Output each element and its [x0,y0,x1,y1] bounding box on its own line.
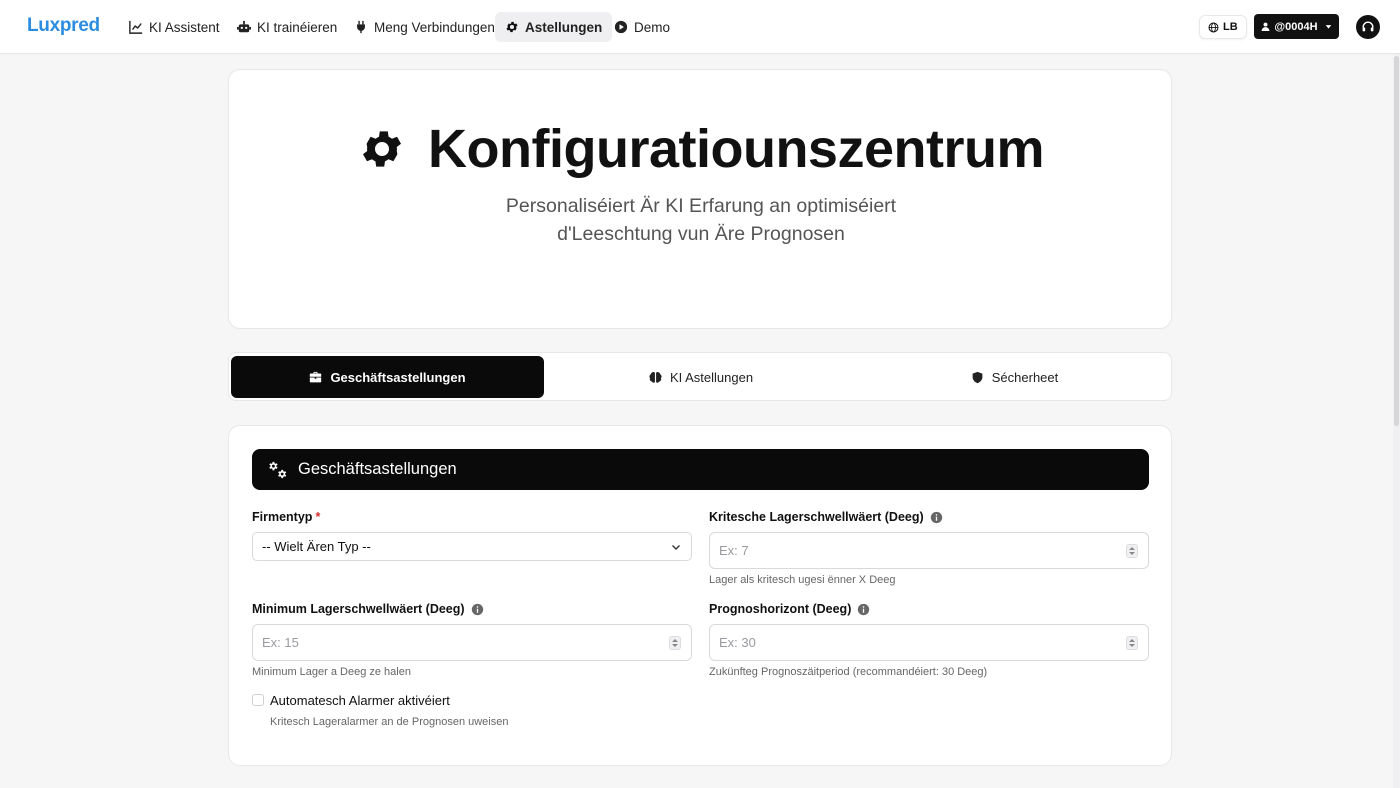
shield-icon [972,371,983,383]
username: @0004H [1274,20,1318,33]
chart-line-icon [129,20,143,34]
chevron-down-icon [672,545,680,550]
label-text: Kritesche Lagerschwellwäert (Deeg) [709,510,924,524]
tab-label: KI Astellungen [669,369,754,385]
subtitle-line-1: Personaliséiert Är KI Erfarung an optimi… [505,195,897,217]
critical-threshold-input[interactable] [709,532,1149,569]
hero-title-row: Konfiguratiounszentrum [229,118,1173,180]
brain-icon [649,371,662,383]
tab-label: Geschäftsastellungen [330,369,466,385]
cogs-icon [269,461,287,478]
stepper-arrows-icon [672,639,678,647]
brand-logo[interactable]: Luxpred [27,15,100,37]
select-value: -- Wielt Ären Typ -- [262,539,371,554]
nav-item-label: Demo [634,19,671,35]
forecast-horizon-field[interactable] [710,625,1090,660]
page-scrollbar[interactable] [1393,54,1400,788]
play-circle-icon [614,20,628,34]
nav-item-astellungen[interactable]: Astellungen [495,12,613,42]
caret-down-icon [1325,25,1331,29]
nav-item-demo[interactable]: Demo [604,12,680,42]
plug-icon [357,20,365,34]
robot-icon [237,20,251,33]
number-stepper[interactable] [1126,544,1138,558]
label-text: Firmentyp [252,510,313,524]
page-subtitle: Personaliséiert Är KI Erfarung an optimi… [229,192,1173,248]
critical-threshold-help: Lager als kritesch ugesi ënner X Deeg [709,574,896,586]
tab-geschaeftsastellungen[interactable]: Geschäftsastellungen [231,356,544,398]
top-navbar: Luxpred KI Assistent KI trainéieren Meng… [0,0,1400,54]
headset-icon [1362,21,1374,32]
required-marker: * [315,510,321,524]
user-menu-button[interactable]: @0004H [1254,14,1339,39]
tab-label: Sécherheet [991,369,1059,385]
nav-item-label: KI trainéieren [257,19,338,35]
nav-item-label: KI Assistent [149,19,220,35]
support-button[interactable] [1356,15,1380,39]
forecast-horizon-label: Prognoshorizont (Deeg) [709,602,870,616]
info-icon[interactable] [930,511,943,524]
hero-section: Konfiguratiounszentrum Personaliséiert Ä… [228,69,1172,329]
forecast-horizon-help: Zukünfteg Prognoszäitperiod (recommandéi… [709,666,988,678]
auto-alerts-label[interactable]: Automatesch Alarmer aktivéiert [270,693,450,708]
language-button[interactable]: LB [1199,15,1247,39]
label-text: Minimum Lagerschwellwäert (Deeg) [252,602,465,616]
gear-icon [506,21,518,33]
briefcase-icon [310,371,322,382]
nav-item-ki-trainieren[interactable]: KI trainéieren [227,12,347,42]
number-stepper[interactable] [669,636,681,650]
auto-alerts-checkbox[interactable] [252,694,264,706]
tab-ki-astellungen[interactable]: KI Astellungen [544,356,858,398]
min-threshold-input[interactable] [252,624,692,661]
nav-item-meng-verbindungen[interactable]: Meng Verbindungen [344,12,505,42]
settings-tabs: Geschäftsastellungen KI Astellungen Séch… [228,352,1172,401]
number-stepper[interactable] [1126,636,1138,650]
forecast-horizon-input[interactable] [709,624,1149,661]
critical-threshold-field[interactable] [710,533,1090,568]
label-text: Prognoshorizont (Deeg) [709,602,852,616]
card-header: Geschäftsastellungen [252,449,1149,490]
nav-item-label: Astellungen [525,19,603,35]
page-title: Konfiguratiounszentrum [428,119,1044,179]
scrollbar-thumb[interactable] [1394,56,1399,426]
critical-threshold-label: Kritesche Lagerschwellwäert (Deeg) [709,510,943,524]
min-threshold-label: Minimum Lagerschwellwäert (Deeg) [252,602,484,616]
nav-item-ki-assistent[interactable]: KI Assistent [119,12,230,42]
company-type-label: Firmentyp * [252,510,320,524]
stepper-arrows-icon [1129,547,1135,555]
min-threshold-help: Minimum Lager a Deeg ze halen [252,666,411,678]
stepper-arrows-icon [1129,639,1135,647]
business-settings-card: Geschäftsastellungen Firmentyp * -- Wiel… [228,425,1172,766]
language-label: LB [1223,21,1238,33]
auto-alerts-help: Kritesch Lageralarmer an de Prognosen uw… [270,716,509,728]
nav-item-label: Meng Verbindungen [374,19,495,35]
subtitle-line-2: d'Leeschtung vun Äre Prognosen [557,223,845,245]
info-icon[interactable] [857,603,870,616]
company-type-select[interactable]: -- Wielt Ären Typ -- [252,532,692,561]
card-title: Geschäftsastellungen [298,460,457,478]
globe-icon [1208,22,1219,32]
user-icon [1261,22,1270,31]
tab-secherheet[interactable]: Sécherheet [858,356,1171,398]
gear-icon [363,131,402,167]
min-threshold-field[interactable] [253,625,633,660]
info-icon[interactable] [471,603,484,616]
